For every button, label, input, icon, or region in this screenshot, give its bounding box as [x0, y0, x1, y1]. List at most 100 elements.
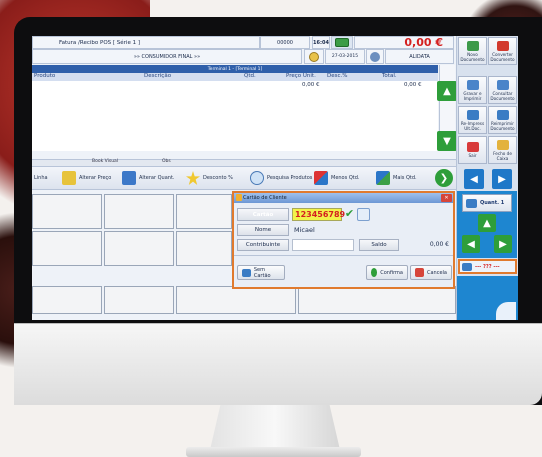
line-items-grid[interactable]	[32, 81, 438, 151]
card-icon	[242, 268, 251, 277]
card-label: Cartão	[237, 208, 289, 221]
magnifier-icon	[250, 171, 264, 185]
document-code: 00000	[260, 36, 310, 49]
reprint-last-button[interactable]: Re-Impress Ult.Doc.	[458, 106, 487, 134]
cancel-icon	[415, 268, 424, 277]
less-quantity-button[interactable]: Menos Qtd.	[314, 167, 359, 189]
minus-boxes-icon	[314, 171, 328, 185]
col-total: Total.	[382, 73, 397, 79]
monitor-stand-neck	[210, 405, 340, 450]
quantity-up-arrow-icon[interactable]: ▲	[478, 214, 496, 232]
name-label: Nome	[237, 224, 289, 236]
card-number-input[interactable]: 123456789	[292, 208, 345, 221]
cancel-button[interactable]: Cancela	[410, 265, 452, 280]
product-tile[interactable]	[32, 231, 102, 266]
confirm-icon	[371, 268, 378, 277]
cash-icon[interactable]	[331, 36, 353, 49]
monitor-chin	[14, 323, 542, 405]
save-print-button[interactable]: Gravar e Imprimir	[458, 76, 487, 104]
product-tile[interactable]	[298, 286, 456, 314]
scroll-up-arrow-icon[interactable]: ▲	[437, 81, 457, 101]
exit-icon	[466, 142, 479, 152]
product-tile[interactable]	[104, 286, 174, 314]
star-icon	[186, 171, 200, 185]
quantity-left-arrow-icon[interactable]: ◀	[462, 235, 480, 253]
col-preco: Preço Unit.	[286, 73, 316, 79]
price-tag-icon	[62, 171, 76, 185]
document-date: 27-03-2015	[325, 49, 365, 64]
product-tile[interactable]	[176, 286, 296, 314]
row-price: 0,00 €	[302, 82, 320, 88]
more-quantity-button[interactable]: Mais Qtd.	[376, 167, 417, 189]
terminal-label: Terminal 1 - [Terminal 1]	[32, 65, 438, 73]
boxes-icon	[466, 198, 477, 208]
reprint-document-button[interactable]: Reimprimir Documento	[488, 106, 517, 134]
row-total: 0,00 €	[404, 82, 422, 88]
user-icon	[366, 49, 384, 64]
convert-document-button[interactable]: Converter Documento	[488, 37, 517, 65]
dialog-title: Cartão de Cliente	[234, 193, 453, 203]
next-circle-icon[interactable]: ❯	[435, 169, 453, 187]
close-register-button[interactable]: Fecho de Caixa	[488, 136, 517, 164]
consult-icon	[496, 79, 509, 90]
new-document-button[interactable]: Novo Documento	[458, 37, 487, 65]
validate-check-icon[interactable]: ✔	[343, 208, 356, 221]
dialog-app-icon	[236, 194, 242, 201]
arrow-left-icon[interactable]: ◀	[464, 169, 484, 189]
product-tile[interactable]	[176, 231, 232, 266]
printer-icon	[466, 79, 479, 90]
contributor-field[interactable]	[292, 239, 354, 251]
change-quantity-button[interactable]: Alterar Quant.	[122, 167, 175, 189]
exit-button[interactable]: Sair	[458, 136, 487, 164]
reprint-icon	[466, 109, 479, 120]
document-total: 0,00 €	[354, 36, 454, 49]
tab-book-visual[interactable]: Book Visual	[92, 159, 118, 164]
col-desc: Desc.%	[327, 73, 348, 79]
tab-obs[interactable]: Obs	[162, 159, 171, 164]
quantity-right-arrow-icon[interactable]: ▶	[494, 235, 512, 253]
convert-doc-icon	[496, 40, 509, 51]
plus-boxes-icon	[376, 171, 390, 185]
clock-time: 16:04	[312, 36, 330, 49]
sidebar-corner-icon	[496, 302, 516, 320]
cash-register-icon	[496, 139, 509, 150]
balance-value: 0,00 €	[429, 241, 449, 248]
dialog-divider	[234, 255, 453, 256]
product-tile[interactable]	[32, 194, 102, 229]
product-tile[interactable]	[32, 286, 102, 314]
col-produto: Produto	[34, 73, 56, 79]
status-field: --- ??? ---	[458, 259, 517, 274]
pos-screen: Fatura /Recibo POS [ Série 1 ] 00000 16:…	[32, 36, 518, 320]
user-name: ALIDATA	[385, 49, 454, 64]
discount-button[interactable]: Desconto %	[186, 167, 233, 189]
status-icon	[462, 262, 472, 271]
customer-card-dialog: Cartão de Cliente ✕ Cartão 123456789 ✔ N…	[232, 191, 455, 289]
consult-document-button[interactable]: Consultar Documento	[488, 76, 517, 104]
new-doc-icon	[466, 40, 479, 51]
product-tile[interactable]	[104, 194, 174, 229]
quantity-icon	[122, 171, 136, 185]
confirm-button[interactable]: Confirma	[366, 265, 408, 280]
col-descricao: Descrição	[144, 73, 172, 79]
search-products-button[interactable]: Pesquisa Produtos	[250, 167, 312, 189]
line-label: Linha	[34, 175, 48, 181]
product-tile[interactable]	[104, 231, 174, 266]
document-type: Fatura /Recibo POS [ Série 1 ]	[32, 36, 260, 49]
customer-name[interactable]: »» CONSUMIDOR FINAL »»	[32, 49, 302, 64]
contributor-label: Contribuinte	[237, 239, 289, 251]
grid-header	[32, 73, 438, 81]
line-button[interactable]: Linha	[34, 167, 48, 189]
no-card-button[interactable]: Sem Cartão	[237, 265, 285, 280]
arrow-right-icon[interactable]: ▶	[492, 169, 512, 189]
customer-search-icon[interactable]	[304, 49, 324, 64]
dialog-close-icon[interactable]: ✕	[441, 194, 452, 202]
name-value: Micael	[294, 226, 315, 234]
col-qtd: Qtd.	[244, 73, 256, 79]
scroll-down-arrow-icon[interactable]: ▼	[437, 131, 457, 151]
quantity-button[interactable]: Quant. 1	[462, 194, 512, 212]
change-price-button[interactable]: Alterar Preço	[62, 167, 111, 189]
balance-label: Saldo	[359, 239, 399, 251]
card-search-icon[interactable]	[357, 208, 370, 221]
reprint-doc-icon	[496, 109, 509, 120]
product-tile[interactable]	[176, 194, 232, 229]
